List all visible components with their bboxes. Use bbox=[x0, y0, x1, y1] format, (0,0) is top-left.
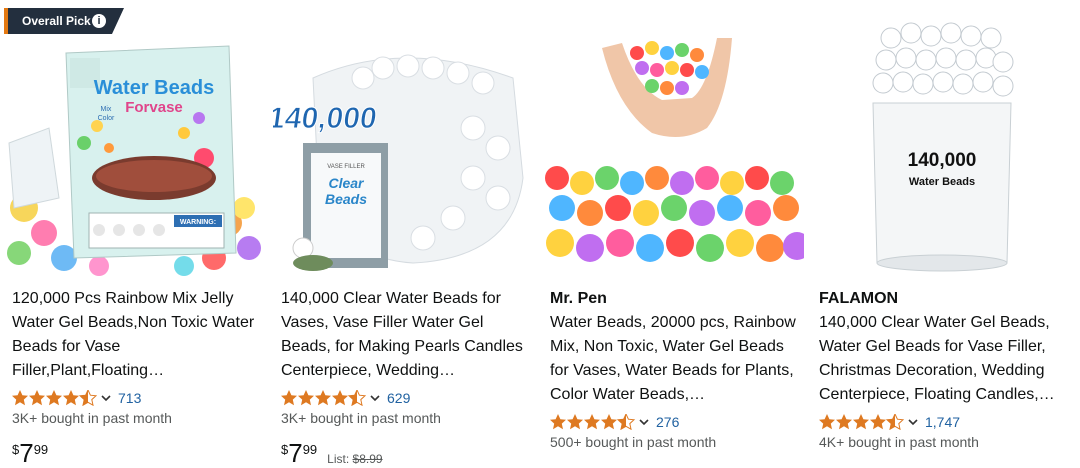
product-card-3[interactable]: Mr. Pen Water Beads, 20000 pcs, Rainbow … bbox=[542, 8, 804, 468]
brand-name: Mr. Pen bbox=[550, 290, 607, 307]
product-card-1[interactable]: Water Beads Forvase Mix Color WARNING: 1… bbox=[4, 8, 266, 468]
rating-3[interactable]: 276 bbox=[550, 412, 679, 432]
svg-text:VASE FILLER: VASE FILLER bbox=[327, 164, 365, 170]
star-rating-icon bbox=[819, 414, 905, 430]
star-rating-icon bbox=[281, 390, 367, 406]
review-count-link[interactable]: 629 bbox=[387, 390, 410, 406]
svg-text:Color: Color bbox=[98, 115, 115, 122]
svg-text:WARNING:: WARNING: bbox=[180, 219, 216, 226]
bag-title-text: Water Beads bbox=[94, 77, 214, 99]
chevron-down-icon[interactable] bbox=[907, 416, 919, 428]
label-text: Water Beads bbox=[909, 176, 975, 188]
product-card-4[interactable]: 140,000 Water Beads FALAMON 140,000 Clea… bbox=[811, 8, 1073, 468]
count-text: 140,000 bbox=[273, 102, 379, 135]
product-card-2[interactable]: 140,000 VASE FILLER Clear Beads 140,000 … bbox=[273, 8, 535, 468]
product-image-2[interactable]: 140,000 VASE FILLER Clear Beads bbox=[273, 8, 535, 278]
count-text: 140,000 bbox=[908, 150, 977, 171]
product-image-1[interactable]: Water Beads Forvase Mix Color WARNING: bbox=[4, 8, 266, 278]
bought-text: 3K+ bought in past month bbox=[12, 410, 172, 426]
bought-text: 500+ bought in past month bbox=[550, 434, 717, 450]
list-price: List: $8.99 bbox=[327, 452, 383, 466]
svg-text:Clear: Clear bbox=[328, 175, 365, 191]
chevron-down-icon[interactable] bbox=[638, 416, 650, 428]
svg-text:Beads: Beads bbox=[325, 191, 367, 207]
rating-4[interactable]: 1,747 bbox=[819, 412, 960, 432]
product-title-4[interactable]: FALAMON 140,000 Clear Water Gel Beads, W… bbox=[819, 287, 1069, 407]
svg-text:Mix: Mix bbox=[101, 106, 112, 113]
bag-subtitle-text: Forvase bbox=[125, 99, 183, 116]
brand-name: FALAMON bbox=[819, 290, 899, 307]
review-count-link[interactable]: 1,747 bbox=[925, 414, 960, 430]
price[interactable]: $ 7 99 List: $8.99 bbox=[281, 440, 383, 466]
product-title-1[interactable]: 120,000 Pcs Rainbow Mix Jelly Water Gel … bbox=[12, 287, 262, 383]
chevron-down-icon[interactable] bbox=[369, 392, 381, 404]
price[interactable]: $ 7 99 bbox=[12, 440, 48, 466]
overall-pick-badge[interactable]: Overall Pick i bbox=[4, 8, 124, 34]
chevron-down-icon[interactable] bbox=[100, 392, 112, 404]
product-image-3[interactable] bbox=[542, 8, 804, 278]
product-title-3[interactable]: Mr. Pen Water Beads, 20000 pcs, Rainbow … bbox=[550, 287, 800, 407]
review-count-link[interactable]: 713 bbox=[118, 390, 141, 406]
bought-text: 3K+ bought in past month bbox=[281, 410, 441, 426]
product-image-4[interactable]: 140,000 Water Beads bbox=[811, 8, 1073, 278]
rating-1[interactable]: 713 bbox=[12, 388, 141, 408]
star-rating-icon bbox=[550, 414, 636, 430]
product-title-2[interactable]: 140,000 Clear Water Beads for Vases, Vas… bbox=[281, 287, 531, 383]
info-icon[interactable]: i bbox=[92, 14, 106, 28]
review-count-link[interactable]: 276 bbox=[656, 414, 679, 430]
star-rating-icon bbox=[12, 390, 98, 406]
rating-2[interactable]: 629 bbox=[281, 388, 410, 408]
bought-text: 4K+ bought in past month bbox=[819, 434, 979, 450]
badge-label: Overall Pick bbox=[22, 14, 91, 28]
